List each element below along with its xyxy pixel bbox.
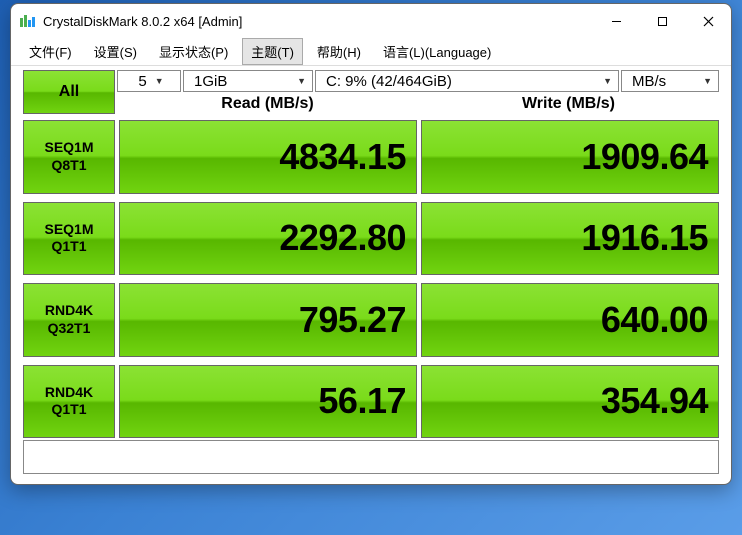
test-label-line1: RND4K bbox=[45, 302, 93, 320]
test-button-rnd4k-q32t1[interactable]: RND4K Q32T1 bbox=[23, 283, 115, 357]
result-row: SEQ1M Q1T1 2292.80 1916.15 bbox=[23, 202, 719, 276]
unit-select[interactable]: MB/s ▼ bbox=[621, 70, 719, 92]
menubar: 文件(F) 设置(S) 显示状态(P) 主题(T) 帮助(H) 语言(L)(La… bbox=[11, 38, 731, 66]
close-button[interactable] bbox=[685, 4, 731, 38]
test-label-line1: SEQ1M bbox=[44, 139, 93, 157]
window-controls bbox=[593, 4, 731, 38]
minimize-icon bbox=[611, 16, 622, 27]
drive-value: C: 9% (42/464GiB) bbox=[326, 73, 452, 90]
write-value: 354.94 bbox=[421, 365, 719, 439]
chevron-down-icon: ▼ bbox=[155, 76, 164, 86]
maximize-icon bbox=[657, 16, 668, 27]
window-title: CrystalDiskMark 8.0.2 x64 [Admin] bbox=[43, 14, 593, 29]
test-label-line2: Q32T1 bbox=[48, 320, 91, 338]
write-value: 1916.15 bbox=[421, 202, 719, 276]
test-button-rnd4k-q1t1[interactable]: RND4K Q1T1 bbox=[23, 365, 115, 439]
read-value: 4834.15 bbox=[119, 120, 417, 194]
read-value: 795.27 bbox=[119, 283, 417, 357]
chevron-down-icon: ▼ bbox=[603, 76, 612, 86]
drive-select[interactable]: C: 9% (42/464GiB) ▼ bbox=[315, 70, 619, 92]
menu-language[interactable]: 语言(L)(Language) bbox=[375, 39, 499, 64]
test-label-line1: SEQ1M bbox=[44, 221, 93, 239]
test-count-value: 5 bbox=[138, 73, 146, 90]
test-label-line2: Q1T1 bbox=[51, 401, 86, 419]
result-row: SEQ1M Q8T1 4834.15 1909.64 bbox=[23, 120, 719, 194]
results-grid: SEQ1M Q8T1 4834.15 1909.64 SEQ1M Q1T1 22… bbox=[23, 114, 719, 438]
unit-value: MB/s bbox=[632, 73, 666, 90]
test-count-select[interactable]: 5 ▼ bbox=[117, 70, 181, 92]
write-value: 1909.64 bbox=[421, 120, 719, 194]
chevron-down-icon: ▼ bbox=[703, 76, 712, 86]
test-label-line1: RND4K bbox=[45, 384, 93, 402]
comment-input[interactable] bbox=[23, 440, 719, 474]
result-row: RND4K Q1T1 56.17 354.94 bbox=[23, 365, 719, 439]
read-value: 2292.80 bbox=[119, 202, 417, 276]
menu-help[interactable]: 帮助(H) bbox=[309, 39, 369, 64]
test-size-select[interactable]: 1GiB ▼ bbox=[183, 70, 313, 92]
menu-file[interactable]: 文件(F) bbox=[21, 39, 80, 64]
run-all-button[interactable]: All bbox=[23, 70, 115, 114]
write-value: 640.00 bbox=[421, 283, 719, 357]
selectors: 5 ▼ 1GiB ▼ C: 9% (42/464GiB) ▼ MB/s ▼ bbox=[117, 70, 719, 114]
maximize-button[interactable] bbox=[639, 4, 685, 38]
titlebar[interactable]: CrystalDiskMark 8.0.2 x64 [Admin] bbox=[11, 4, 731, 38]
minimize-button[interactable] bbox=[593, 4, 639, 38]
benchmark-area: All 5 ▼ 1GiB ▼ C: 9% (42/464GiB) ▼ bbox=[11, 66, 731, 484]
write-header: Write (MB/s) bbox=[418, 92, 719, 114]
chevron-down-icon: ▼ bbox=[297, 76, 306, 86]
menu-settings[interactable]: 设置(S) bbox=[86, 39, 145, 64]
close-icon bbox=[703, 16, 714, 27]
app-icon bbox=[19, 12, 37, 30]
test-label-line2: Q8T1 bbox=[51, 157, 86, 175]
menu-theme[interactable]: 主题(T) bbox=[242, 38, 303, 65]
test-label-line2: Q1T1 bbox=[51, 238, 86, 256]
result-row: RND4K Q32T1 795.27 640.00 bbox=[23, 283, 719, 357]
test-size-value: 1GiB bbox=[194, 73, 227, 90]
test-button-seq1m-q8t1[interactable]: SEQ1M Q8T1 bbox=[23, 120, 115, 194]
read-value: 56.17 bbox=[119, 365, 417, 439]
test-button-seq1m-q1t1[interactable]: SEQ1M Q1T1 bbox=[23, 202, 115, 276]
app-window: CrystalDiskMark 8.0.2 x64 [Admin] 文件(F) … bbox=[10, 3, 732, 485]
menu-status[interactable]: 显示状态(P) bbox=[151, 39, 236, 64]
read-header: Read (MB/s) bbox=[117, 92, 418, 114]
top-controls-row: All 5 ▼ 1GiB ▼ C: 9% (42/464GiB) ▼ bbox=[23, 70, 719, 114]
